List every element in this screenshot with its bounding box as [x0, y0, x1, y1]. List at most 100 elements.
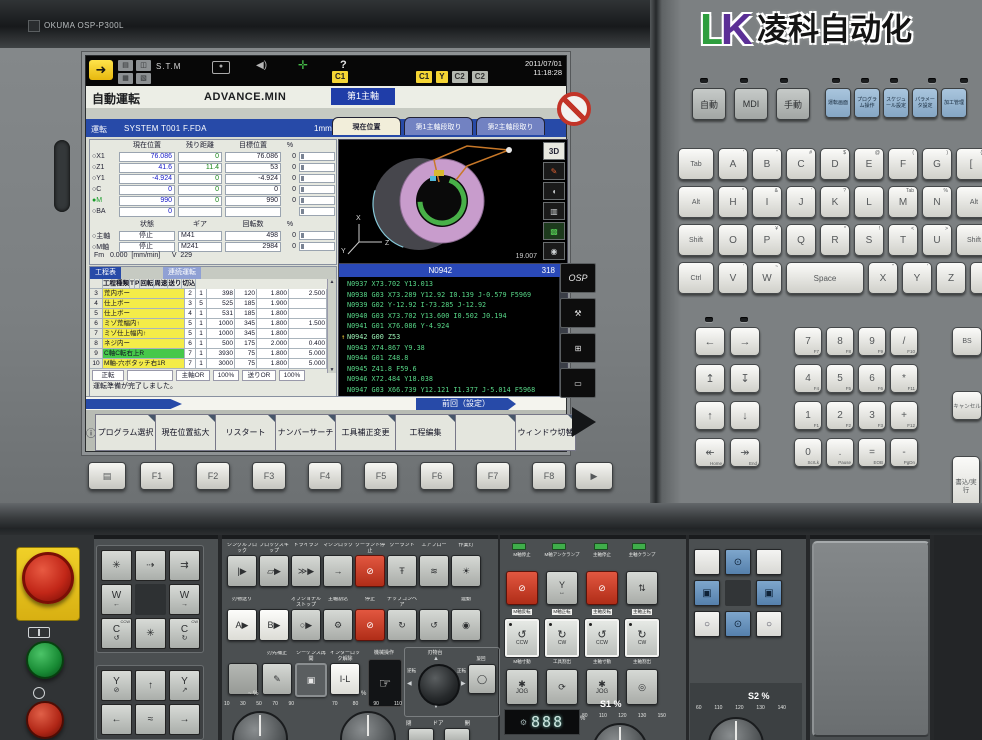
screen-tab[interactable]: 第1主軸段取り: [404, 117, 473, 135]
jog-key[interactable]: ≈: [135, 704, 166, 735]
mode-key[interactable]: 自動: [692, 88, 726, 120]
numpad-key[interactable]: 2F2: [826, 401, 854, 430]
keyboard-key[interactable]: O: [718, 224, 748, 256]
jog-key[interactable]: ←: [101, 704, 132, 735]
operation-key[interactable]: ≫▶: [291, 555, 321, 587]
cursor-key[interactable]: →: [730, 327, 760, 356]
cursor-key[interactable]: ←: [695, 327, 725, 356]
numpad-key[interactable]: -PgDn: [890, 438, 918, 467]
jog-key[interactable]: Y⊘: [101, 670, 132, 701]
next-page-key[interactable]: ▶: [575, 462, 613, 490]
keyboard-key[interactable]: A': [718, 148, 748, 180]
spindle-stop-key[interactable]: Y↔: [546, 571, 578, 605]
s1-override-dial[interactable]: [592, 723, 648, 740]
operation-key[interactable]: ↺: [419, 609, 449, 641]
function-label[interactable]: 工具補正変更: [335, 414, 396, 451]
process-scrollbar[interactable]: ▲▼: [327, 279, 336, 373]
operation-key[interactable]: ↻: [387, 609, 417, 641]
numpad-key[interactable]: 5F5: [826, 364, 854, 393]
auxiliary-key[interactable]: [756, 549, 782, 575]
bezel-touch-button[interactable]: ⊞: [560, 333, 596, 363]
function-label[interactable]: プログラム選択: [95, 414, 156, 451]
swivel-button[interactable]: ◯: [468, 664, 496, 694]
jog-key[interactable]: CCWC↺: [101, 618, 132, 649]
keyboard-key[interactable]: Alt: [956, 186, 982, 218]
keyboard-key[interactable]: B": [752, 148, 782, 180]
numpad-key[interactable]: *F11: [890, 364, 918, 393]
screen-tab[interactable]: 第2主軸段取り: [476, 117, 545, 135]
keyboard-key[interactable]: H*: [718, 186, 748, 218]
keyboard-key[interactable]: Shift: [678, 224, 714, 256]
keyboard-key[interactable]: MTab: [888, 186, 918, 218]
numpad-key[interactable]: 7F7: [794, 327, 822, 356]
operation-key[interactable]: ◉: [451, 609, 481, 641]
spindle-stop-key[interactable]: ⊘: [586, 571, 618, 605]
viewer-tool-button[interactable]: 3D: [543, 142, 565, 160]
auxiliary-key[interactable]: [725, 580, 751, 606]
keyboard-key[interactable]: V': [718, 262, 748, 294]
numpad-key[interactable]: 8F8: [826, 327, 854, 356]
spindle-rotation-key[interactable]: ↺CCW: [585, 619, 619, 657]
keyboard-key[interactable]: S!: [854, 224, 884, 256]
auxiliary-key[interactable]: ⊙: [725, 549, 751, 575]
numpad-key[interactable]: +F12: [890, 401, 918, 430]
mode-key[interactable]: 手動: [776, 88, 810, 120]
operation-key[interactable]: ⚙: [323, 609, 353, 641]
jog-key[interactable]: W→: [169, 584, 200, 615]
keyboard-key[interactable]: L: [854, 186, 884, 218]
keyboard-key[interactable]: I&: [752, 186, 782, 218]
jog-key[interactable]: CWC↻: [169, 618, 200, 649]
function-key[interactable]: F8: [532, 462, 566, 490]
jog-key[interactable]: ↑: [135, 670, 166, 701]
mode-arrow-icon[interactable]: ➜: [89, 60, 113, 80]
door-close-key[interactable]: [408, 728, 434, 740]
function-key[interactable]: F5: [364, 462, 398, 490]
keyboard-key[interactable]: J': [786, 186, 816, 218]
operation-key[interactable]: →: [323, 555, 353, 587]
keyboard-key[interactable]: F(: [888, 148, 918, 180]
cursor-key[interactable]: ↓: [730, 401, 760, 430]
process-row[interactable]: 4 仕上ボー 3 5 525 185 1.900: [90, 299, 336, 309]
keyboard-key[interactable]: C#: [786, 148, 816, 180]
operation-key[interactable]: Ŧ: [387, 555, 417, 587]
spindle-rotation-key[interactable]: ↻CW: [545, 619, 579, 657]
function-label[interactable]: [455, 414, 516, 451]
numpad-key[interactable]: 0ScrLk: [794, 438, 822, 467]
viewer-tool-button[interactable]: ◖: [543, 182, 565, 200]
spindle-jog-key[interactable]: ⟳: [546, 669, 578, 705]
menu-extend-arrow[interactable]: [572, 407, 596, 437]
process-row[interactable]: 9 C軸C転右上R 7 1 3930 75 1.800 5.000: [90, 349, 336, 359]
function-key[interactable]: F1: [140, 462, 174, 490]
operation-key[interactable]: A▶: [227, 609, 257, 641]
feed-override-dial[interactable]: [232, 711, 288, 740]
jog-key[interactable]: ⇉: [169, 550, 200, 581]
keyboard-key[interactable]: P¥: [752, 224, 782, 256]
function-key[interactable]: F4: [308, 462, 342, 490]
operation-key[interactable]: ≋: [419, 555, 449, 587]
numpad-key[interactable]: /F10: [890, 327, 918, 356]
door-open-key[interactable]: [444, 728, 470, 740]
cursor-key[interactable]: ↠End: [730, 438, 760, 467]
function-key[interactable]: F7: [476, 462, 510, 490]
auxiliary-key[interactable]: [694, 549, 720, 575]
operation-key[interactable]: ☀: [451, 555, 481, 587]
keyboard-key[interactable]: Shift: [956, 224, 982, 256]
cancel-key[interactable]: キャンセル: [952, 391, 982, 420]
spindle-stop-key[interactable]: ⊘: [506, 571, 538, 605]
function-label[interactable]: 工程編集: [395, 414, 456, 451]
keyboard-key[interactable]: E@: [854, 148, 884, 180]
process-row[interactable]: 3 荒内ボー 2 1 398 120 1.800 2.500: [90, 289, 336, 299]
keyboard-key[interactable]: G): [922, 148, 952, 180]
spindle-rotation-key[interactable]: ↻CW: [625, 619, 659, 657]
operation-key[interactable]: B▶: [259, 609, 289, 641]
keyboard-key[interactable]: T<: [888, 224, 918, 256]
jog-key[interactable]: →: [169, 704, 200, 735]
numpad-key[interactable]: .Pause: [826, 438, 854, 467]
numpad-key[interactable]: 4F4: [794, 364, 822, 393]
function-label[interactable]: ナンバーサーチ: [275, 414, 336, 451]
keyboard-key[interactable]: Alt: [678, 186, 714, 218]
spindle-jog-key[interactable]: ✱JOG: [506, 669, 538, 705]
keyboard-key[interactable]: Ctrl: [678, 262, 714, 294]
spindle-jog-key[interactable]: ◎: [626, 669, 658, 705]
operation-key[interactable]: ▱▶: [259, 555, 289, 587]
